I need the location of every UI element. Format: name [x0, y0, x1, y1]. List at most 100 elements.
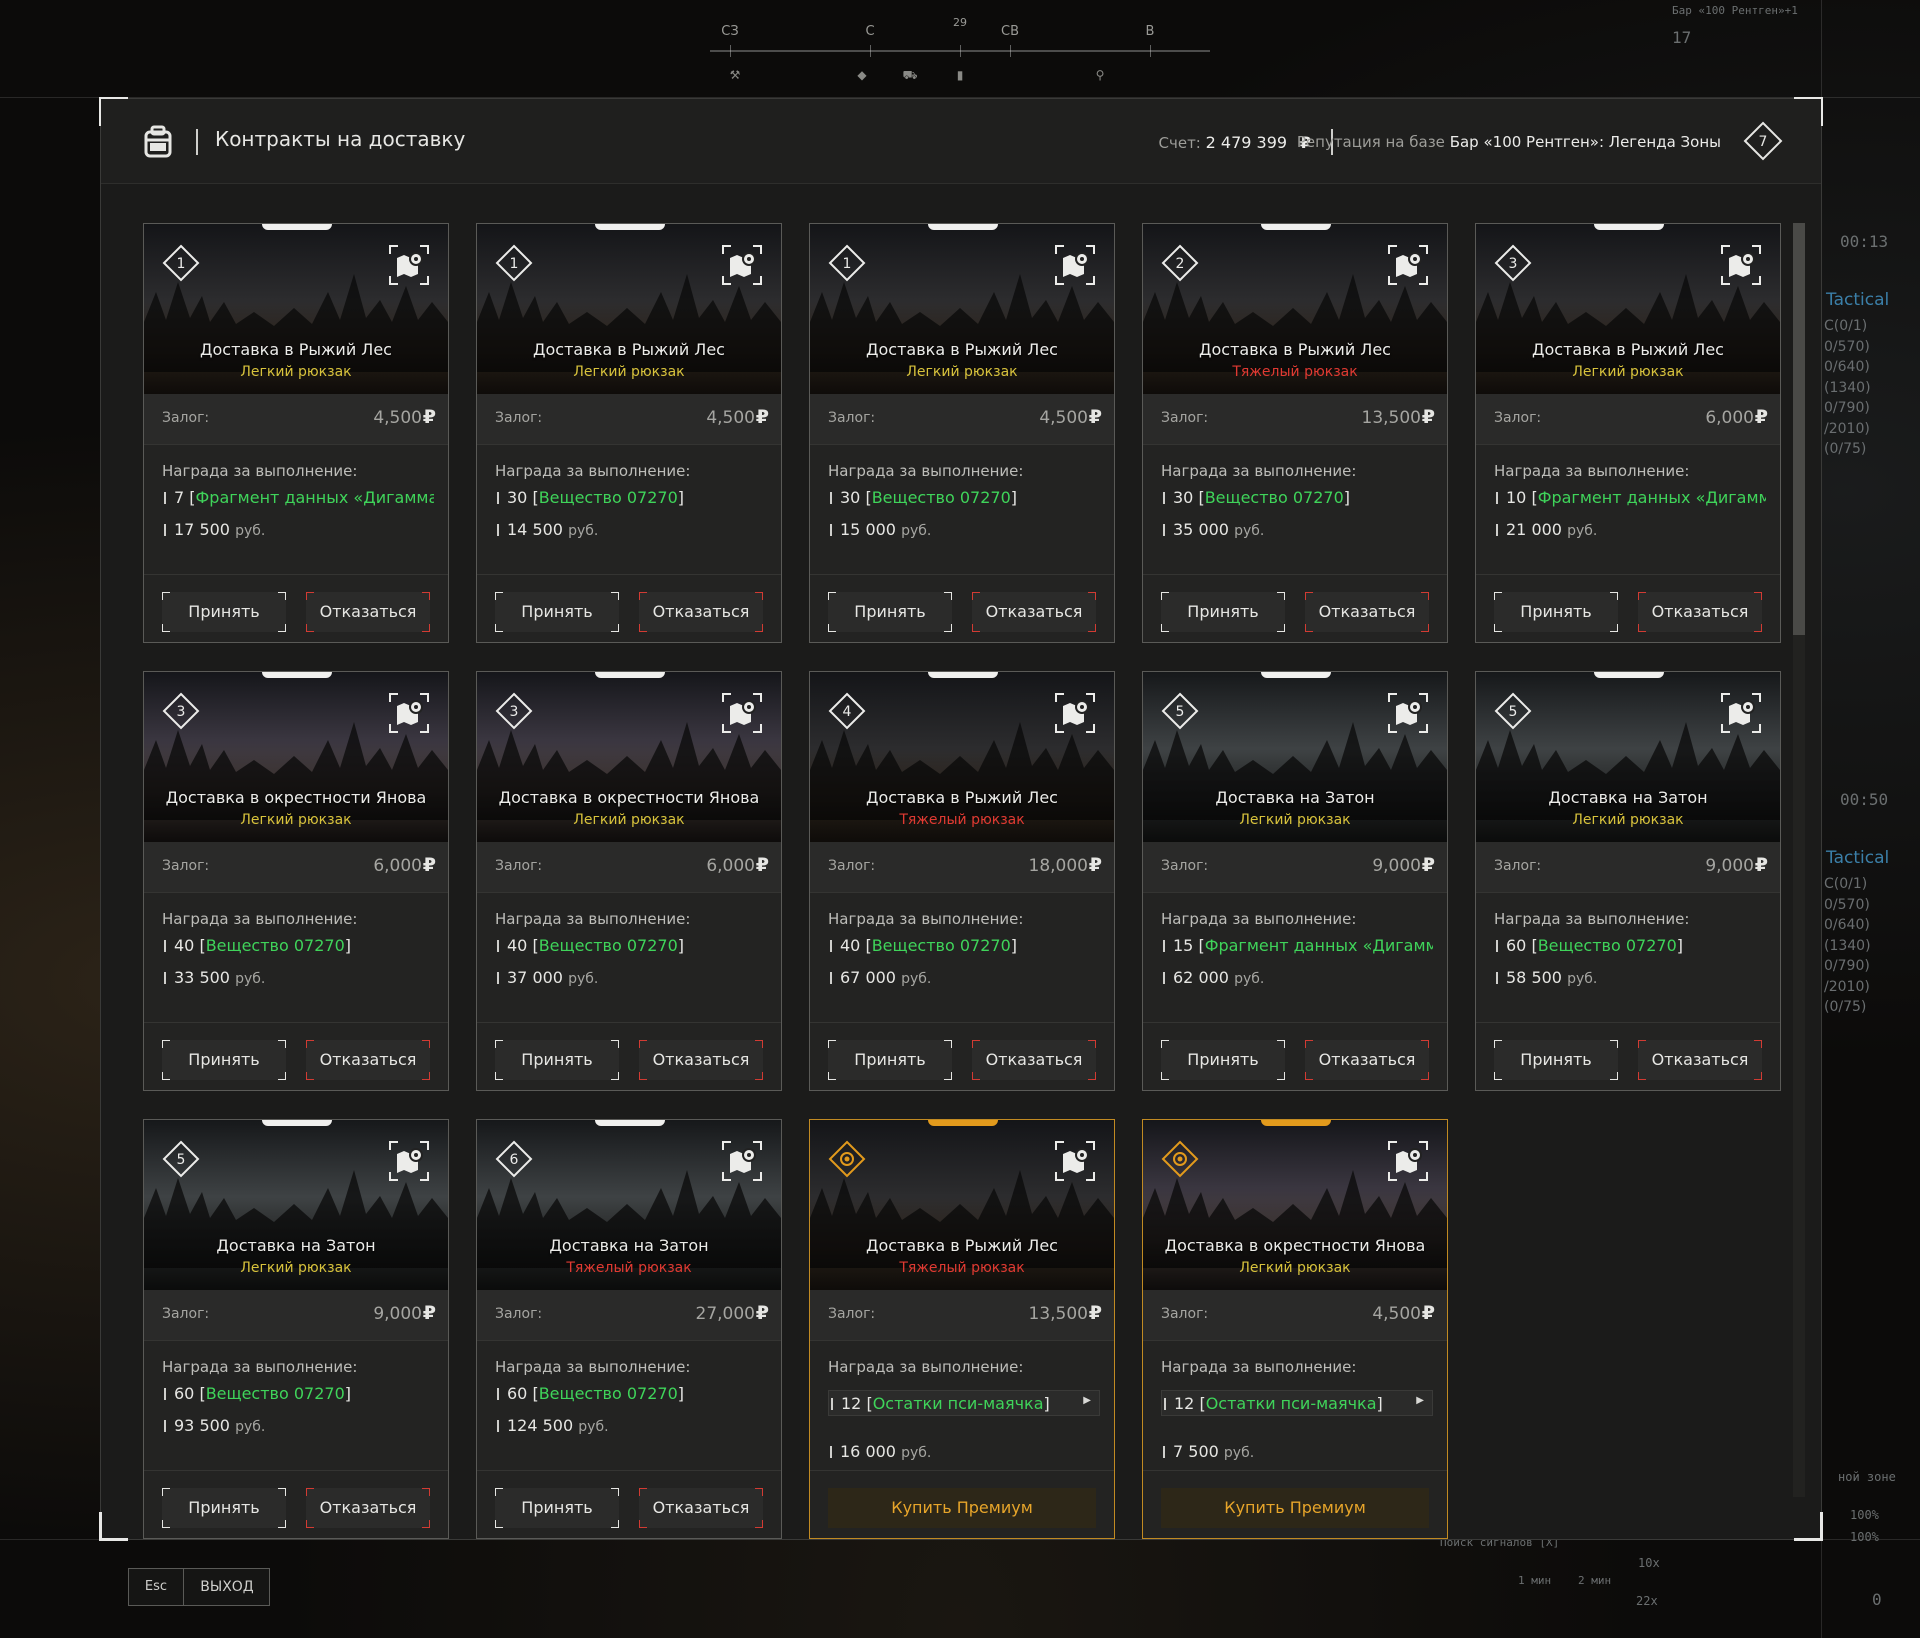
svg-text:1: 1 — [177, 256, 186, 272]
contracts-panel: Контракты на доставку Счет: 2 479 399 ₽ … — [99, 97, 1823, 1541]
accept-button[interactable]: Принять — [828, 1040, 952, 1080]
decline-button[interactable]: Отказаться — [306, 1040, 430, 1080]
reward-money: 35 000 руб. — [1161, 520, 1264, 539]
contract-title: Доставка в Рыжий Лес — [866, 1236, 1058, 1255]
reputation-display: Репутация на базе Бар «100 Рентген»: Лег… — [1296, 133, 1721, 151]
accept-button[interactable]: Принять — [162, 1040, 286, 1080]
deposit-row: Залог: 6,000 ₽ — [1476, 394, 1780, 445]
backpack-type: Легкий рюкзак — [240, 812, 352, 828]
decline-button[interactable]: Отказаться — [639, 1488, 763, 1528]
map-icon[interactable] — [721, 244, 763, 286]
map-icon[interactable] — [1387, 1140, 1429, 1182]
contract-card[interactable]: 1 Доставка в Рыжий Лес Легкий рюкзак Зал… — [809, 223, 1115, 643]
contract-card[interactable]: 6 Доставка на Затон Тяжелый рюкзак Залог… — [476, 1119, 782, 1539]
contract-card[interactable]: 1 Доставка в Рыжий Лес Легкий рюкзак Зал… — [476, 223, 782, 643]
compass-label: СЗ — [721, 24, 739, 39]
contract-card[interactable]: Доставка в окрестности Янова Легкий рюкз… — [1142, 1119, 1448, 1539]
map-icon[interactable] — [1387, 692, 1429, 734]
decline-button[interactable]: Отказаться — [972, 1040, 1096, 1080]
svg-text:5: 5 — [177, 1152, 186, 1168]
accept-button[interactable]: Принять — [495, 592, 619, 632]
header-divider — [196, 129, 198, 155]
contract-card[interactable]: 5 Доставка на Затон Легкий рюкзак Залог:… — [143, 1119, 449, 1539]
expand-arrow-icon[interactable]: ▶ — [1416, 1395, 1424, 1406]
map-icon[interactable] — [388, 692, 430, 734]
reward-item[interactable]: 12 [Остатки пси-маячка] ▶ — [828, 1390, 1100, 1416]
contract-card[interactable]: 5 Доставка на Затон Легкий рюкзак Залог:… — [1142, 671, 1448, 1091]
deposit-row: Залог: 13,500 ₽ — [1143, 394, 1447, 445]
deposit-label: Залог: — [1494, 410, 1542, 426]
hud-zero: 0 — [1872, 1590, 1882, 1609]
ruble-icon: ₽ — [1421, 406, 1435, 428]
decline-button[interactable]: Отказаться — [1305, 592, 1429, 632]
accept-button[interactable]: Принять — [495, 1488, 619, 1528]
reward-item: 30 [Вещество 07270] — [1161, 488, 1433, 507]
contract-card[interactable]: 3 Доставка в окрестности Янова Легкий рю… — [143, 671, 449, 1091]
deposit-label: Залог: — [495, 1306, 543, 1322]
backpack-type: Тяжелый рюкзак — [1232, 364, 1358, 380]
deposit-row: Залог: 13,500 ₽ — [810, 1290, 1114, 1341]
buy-premium-button[interactable]: Купить Премиум — [828, 1488, 1096, 1528]
map-icon[interactable] — [1054, 1140, 1096, 1182]
accept-button[interactable]: Принять — [1494, 592, 1618, 632]
hud-time: 2 мин — [1578, 1574, 1612, 1587]
exit-button[interactable]: Esc ВЫХОД — [128, 1568, 270, 1606]
map-icon[interactable] — [1720, 692, 1762, 734]
scrollbar-thumb[interactable] — [1793, 223, 1805, 635]
accept-button[interactable]: Принять — [162, 592, 286, 632]
contract-card[interactable]: 1 Доставка в Рыжий Лес Легкий рюкзак Зал… — [143, 223, 449, 643]
accept-button[interactable]: Принять — [1161, 592, 1285, 632]
reward-item: 40 [Вещество 07270] — [162, 936, 434, 955]
contract-card[interactable]: 5 Доставка на Затон Легкий рюкзак Залог:… — [1475, 671, 1781, 1091]
deposit-value: 13,500 — [1361, 408, 1421, 428]
accept-button[interactable]: Принять — [828, 592, 952, 632]
contract-image: 5 Доставка на Затон Легкий рюкзак — [1143, 672, 1447, 842]
decline-button[interactable]: Отказаться — [306, 1488, 430, 1528]
map-icon[interactable] — [721, 692, 763, 734]
map-icon[interactable] — [1054, 692, 1096, 734]
contract-title: Доставка в Рыжий Лес — [1532, 340, 1724, 359]
deposit-label: Залог: — [1161, 1306, 1209, 1322]
decline-button[interactable]: Отказаться — [1305, 1040, 1429, 1080]
map-icon[interactable] — [388, 1140, 430, 1182]
contract-image: 1 Доставка в Рыжий Лес Легкий рюкзак — [477, 224, 781, 394]
marker-icon: ◆ — [857, 68, 867, 82]
backpack-type: Тяжелый рюкзак — [899, 812, 1025, 828]
contract-image: 5 Доставка на Затон Легкий рюкзак — [1476, 672, 1780, 842]
contract-card[interactable]: Доставка в Рыжий Лес Тяжелый рюкзак Зало… — [809, 1119, 1115, 1539]
hud-tactical: Tactical — [1826, 848, 1890, 868]
reward-label: Награда за выполнение: — [1494, 462, 1690, 480]
decline-button[interactable]: Отказаться — [972, 592, 1096, 632]
svg-text:1: 1 — [843, 256, 852, 272]
compass-label: С — [865, 24, 875, 39]
deposit-value: 9,000 — [1705, 856, 1754, 876]
map-icon[interactable] — [1387, 244, 1429, 286]
map-icon[interactable] — [1054, 244, 1096, 286]
reward-money: 17 500 руб. — [162, 520, 265, 539]
map-icon[interactable] — [1720, 244, 1762, 286]
decline-button[interactable]: Отказаться — [306, 592, 430, 632]
map-icon[interactable] — [721, 1140, 763, 1182]
decline-button[interactable]: Отказаться — [639, 592, 763, 632]
map-icon[interactable] — [388, 244, 430, 286]
expand-arrow-icon[interactable]: ▶ — [1083, 1395, 1091, 1406]
contract-card[interactable]: 3 Доставка в окрестности Янова Легкий рю… — [476, 671, 782, 1091]
svg-text:4: 4 — [843, 704, 852, 720]
accept-button[interactable]: Принять — [162, 1488, 286, 1528]
reward-item[interactable]: 12 [Остатки пси-маячка] ▶ — [1161, 1390, 1433, 1416]
contract-card[interactable]: 3 Доставка в Рыжий Лес Легкий рюкзак Зал… — [1475, 223, 1781, 643]
accept-button[interactable]: Принять — [1161, 1040, 1285, 1080]
buy-premium-button[interactable]: Купить Премиум — [1161, 1488, 1429, 1528]
accept-button[interactable]: Принять — [1494, 1040, 1618, 1080]
reward-money: 124 500 руб. — [495, 1416, 609, 1435]
contract-card[interactable]: 4 Доставка в Рыжий Лес Тяжелый рюкзак За… — [809, 671, 1115, 1091]
accept-button[interactable]: Принять — [495, 1040, 619, 1080]
reward-item: 60 [Вещество 07270] — [495, 1384, 767, 1403]
contract-card[interactable]: 2 Доставка в Рыжий Лес Тяжелый рюкзак За… — [1142, 223, 1448, 643]
decline-button[interactable]: Отказаться — [639, 1040, 763, 1080]
reward-money: 7 500 руб. — [1161, 1442, 1254, 1461]
level-diamond-icon: 2 — [1161, 244, 1199, 282]
decline-button[interactable]: Отказаться — [1638, 1040, 1762, 1080]
decline-button[interactable]: Отказаться — [1638, 592, 1762, 632]
card-notch — [595, 224, 665, 230]
